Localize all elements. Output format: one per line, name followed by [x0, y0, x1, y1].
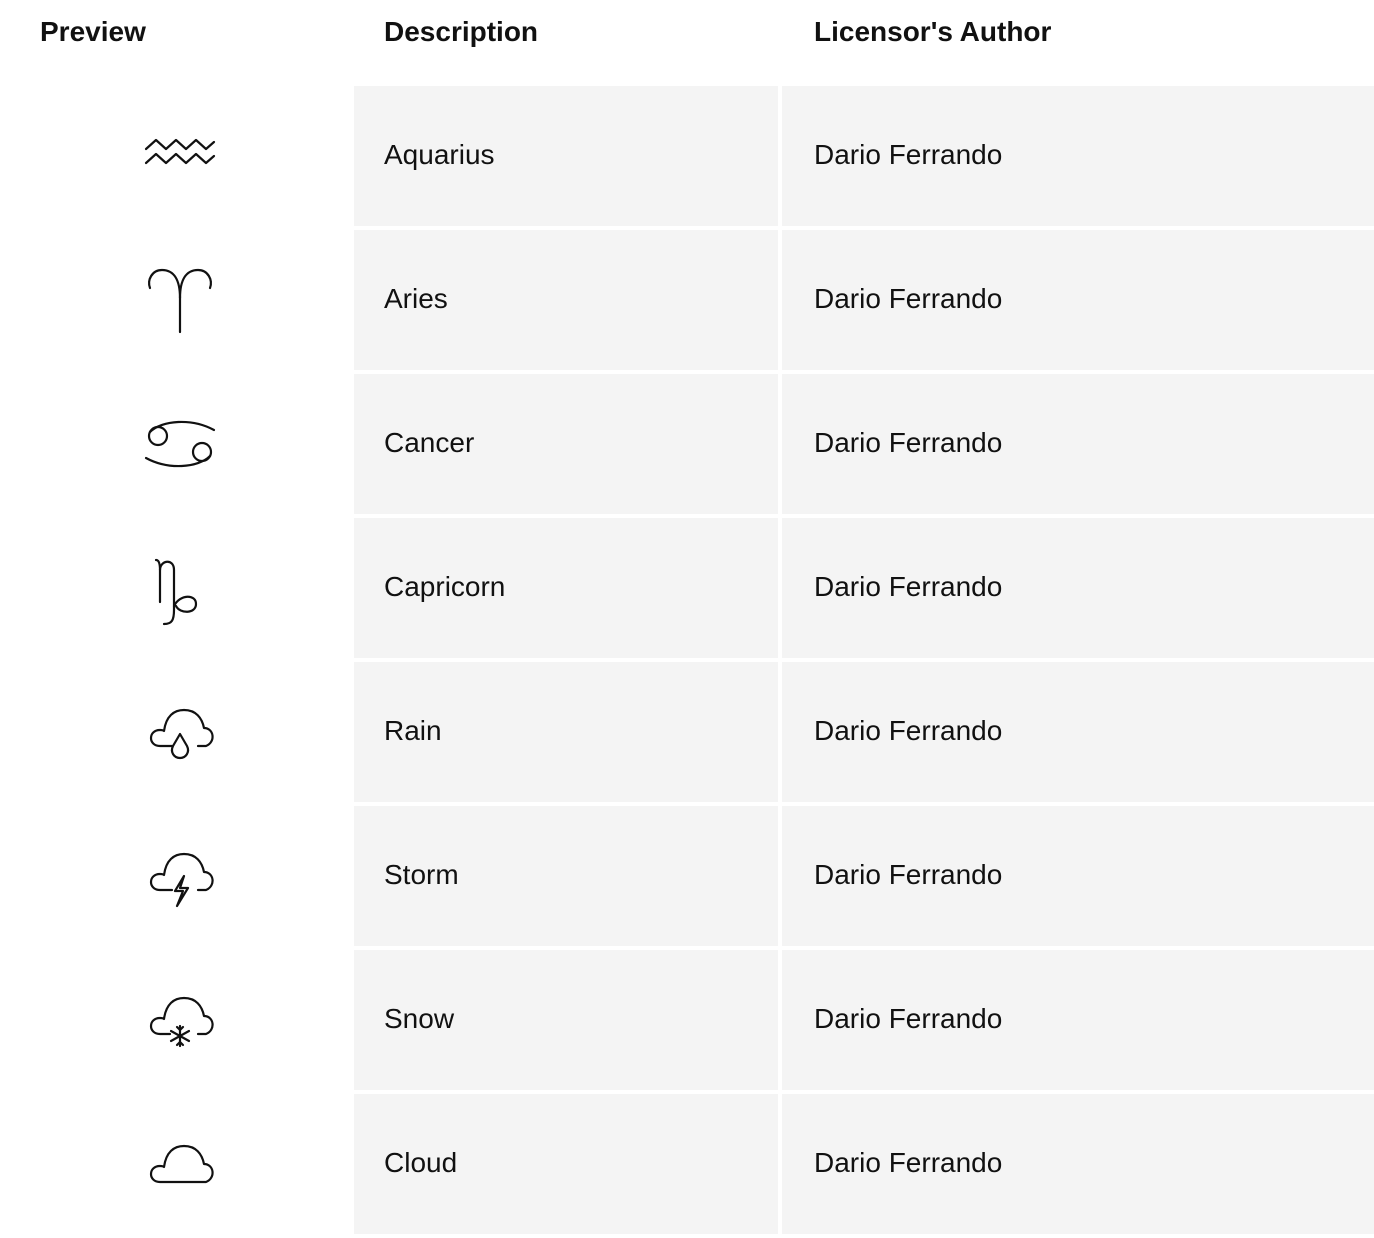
preview-cell [0, 518, 354, 658]
preview-cell [0, 374, 354, 514]
author-cell: Dario Ferrando [782, 1094, 1374, 1234]
preview-cell [0, 662, 354, 802]
table-row: Aquarius Dario Ferrando [0, 86, 1374, 226]
table-body: Aquarius Dario Ferrando Aries Dario Ferr… [0, 86, 1374, 1238]
author-cell: Dario Ferrando [782, 662, 1374, 802]
table-row: Rain Dario Ferrando [0, 662, 1374, 802]
author-text: Dario Ferrando [814, 859, 1003, 890]
author-text: Dario Ferrando [814, 139, 1003, 170]
description-cell: Storm [354, 806, 778, 946]
author-cell: Dario Ferrando [782, 518, 1374, 658]
description-cell: Capricorn [354, 518, 778, 658]
table-header: Preview Description Licensor's Author [0, 0, 1374, 64]
description-text: Cloud [384, 1147, 458, 1178]
cloud-icon [140, 1124, 220, 1204]
preview-cell [0, 1094, 354, 1234]
author-text: Dario Ferrando [814, 715, 1003, 746]
aries-icon [140, 260, 220, 340]
description-text: Snow [384, 1003, 455, 1034]
snow-icon [140, 980, 220, 1060]
preview-cell [0, 86, 354, 226]
description-text: Aquarius [384, 139, 495, 170]
author-cell: Dario Ferrando [782, 374, 1374, 514]
column-header-preview: Preview [40, 16, 146, 47]
description-cell: Snow [354, 950, 778, 1090]
author-cell: Dario Ferrando [782, 950, 1374, 1090]
author-text: Dario Ferrando [814, 427, 1003, 458]
description-cell: Aquarius [354, 86, 778, 226]
rain-icon [140, 692, 220, 772]
description-text: Storm [384, 859, 459, 890]
author-cell: Dario Ferrando [782, 86, 1374, 226]
description-text: Capricorn [384, 571, 506, 602]
table-row: Aries Dario Ferrando [0, 230, 1374, 370]
preview-cell [0, 806, 354, 946]
table-row: Storm Dario Ferrando [0, 806, 1374, 946]
column-header-author: Licensor's Author [814, 16, 1052, 47]
cancer-icon [140, 404, 220, 484]
table-row: Cloud Dario Ferrando [0, 1094, 1374, 1234]
description-cell: Aries [354, 230, 778, 370]
capricorn-icon [140, 548, 220, 628]
author-text: Dario Ferrando [814, 283, 1003, 314]
author-text: Dario Ferrando [814, 1003, 1003, 1034]
description-text: Aries [384, 283, 448, 314]
author-cell: Dario Ferrando [782, 230, 1374, 370]
preview-cell [0, 950, 354, 1090]
description-text: Cancer [384, 427, 475, 458]
table-row: Capricorn Dario Ferrando [0, 518, 1374, 658]
preview-cell [0, 230, 354, 370]
table-row: Snow Dario Ferrando [0, 950, 1374, 1090]
description-cell: Cancer [354, 374, 778, 514]
storm-icon [140, 836, 220, 916]
table-row: Cancer Dario Ferrando [0, 374, 1374, 514]
description-text: Rain [384, 715, 442, 746]
column-header-description: Description [384, 16, 539, 47]
author-text: Dario Ferrando [814, 1147, 1003, 1178]
author-text: Dario Ferrando [814, 571, 1003, 602]
description-cell: Cloud [354, 1094, 778, 1234]
description-cell: Rain [354, 662, 778, 802]
author-cell: Dario Ferrando [782, 806, 1374, 946]
aquarius-icon [140, 116, 220, 196]
